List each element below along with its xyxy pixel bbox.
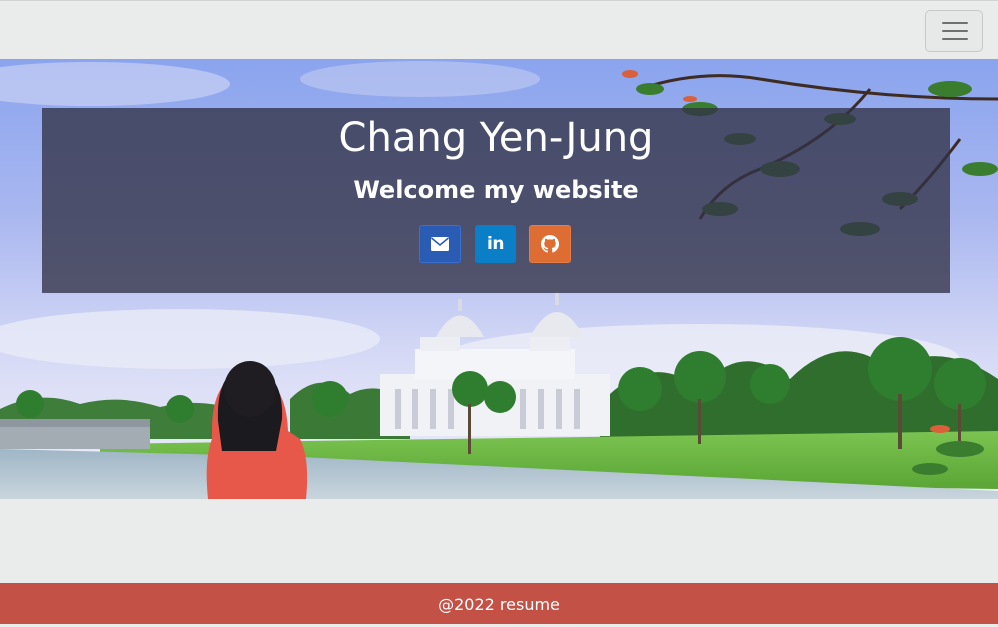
linkedin-button[interactable]: in	[475, 225, 516, 263]
hero-overlay: Chang Yen-Jung Welcome my website in	[42, 108, 950, 293]
envelope-icon	[431, 237, 449, 251]
navbar-toggle-button[interactable]	[925, 10, 983, 52]
linkedin-icon: in	[487, 234, 504, 254]
footer: @2022 resume	[0, 583, 998, 624]
email-button[interactable]	[419, 225, 461, 263]
footer-text: @2022 resume	[438, 595, 560, 614]
hero-section: Chang Yen-Jung Welcome my website in	[0, 59, 998, 499]
hamburger-menu-icon	[942, 22, 968, 24]
page-subtitle: Welcome my website	[353, 176, 639, 204]
page-title: Chang Yen-Jung	[338, 115, 654, 161]
hamburger-menu-icon-bar	[942, 38, 968, 40]
github-icon	[541, 235, 559, 253]
navbar	[0, 0, 998, 59]
github-button[interactable]	[529, 225, 571, 263]
hamburger-menu-icon-bar	[942, 30, 968, 32]
